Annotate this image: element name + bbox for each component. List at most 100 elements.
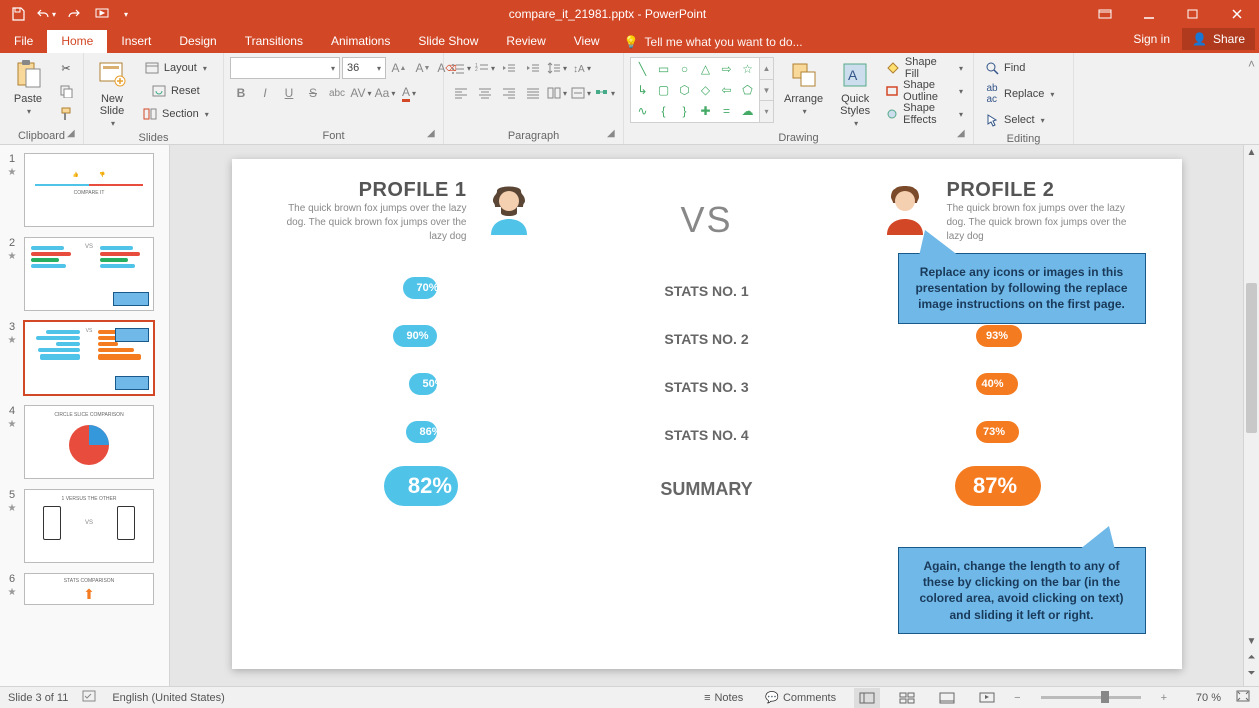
align-right-button[interactable] (498, 82, 520, 104)
stat-label-2[interactable]: STATS NO. 2 (664, 315, 748, 363)
slide-thumbnails[interactable]: 1★ 👍👎COMPARE IT 2★ VS 3★ VS 4★ CIRCLE SL… (0, 145, 170, 686)
slide-thumb-4[interactable]: CIRCLE SLICE COMPARISON (24, 405, 154, 479)
line-spacing-button[interactable]: ▾ (546, 57, 568, 79)
select-button[interactable]: Select▾ (980, 109, 1049, 131)
scroll-down-icon[interactable]: ▼ (1247, 636, 1257, 652)
language-indicator[interactable]: English (United States) (112, 692, 225, 704)
font-color-button[interactable]: A▾ (398, 82, 420, 104)
shape-cloud-icon[interactable]: ☁ (738, 101, 757, 120)
bullets-button[interactable]: ▾ (450, 57, 472, 79)
replace-button[interactable]: abacReplace▾ (980, 83, 1058, 105)
spellcheck-icon[interactable] (82, 689, 98, 706)
scroll-thumb[interactable] (1246, 283, 1257, 433)
align-center-button[interactable] (474, 82, 496, 104)
stat4-right-bar[interactable]: 73% (976, 421, 1019, 443)
tab-insert[interactable]: Insert (107, 30, 165, 53)
font-name-input[interactable]: ▾ (230, 57, 340, 79)
drawing-launcher-icon[interactable]: ◢ (957, 128, 971, 142)
vs-label[interactable]: VS (680, 199, 732, 241)
paste-button[interactable]: Paste▾ (6, 57, 50, 118)
shape-outline-button[interactable]: Shape Outline▾ (881, 80, 967, 102)
profile2-avatar-icon[interactable] (877, 179, 933, 235)
tell-me[interactable]: 💡 Tell me what you want to do... (614, 35, 813, 53)
font-launcher-icon[interactable]: ◢ (427, 128, 441, 142)
arrange-button[interactable]: Arrange▾ (778, 57, 829, 118)
shape-effects-button[interactable]: Shape Effects▾ (881, 103, 967, 125)
tab-file[interactable]: File (0, 30, 47, 53)
columns-button[interactable]: ▾ (546, 82, 568, 104)
save-icon[interactable] (6, 2, 30, 26)
tab-home[interactable]: Home (47, 30, 107, 53)
shape-brace2-icon[interactable]: } (675, 101, 694, 120)
stat3-right-bar[interactable]: 40% (976, 373, 1017, 395)
change-case-button[interactable]: Aa▾ (374, 82, 396, 104)
sorter-view-icon[interactable] (894, 688, 920, 708)
increase-indent-button[interactable] (522, 57, 544, 79)
font-size-input[interactable]: 36▾ (342, 57, 386, 79)
shape-fill-button[interactable]: Shape Fill▾ (881, 57, 967, 79)
tab-design[interactable]: Design (165, 30, 230, 53)
zoom-slider[interactable] (1041, 696, 1141, 699)
zoom-thumb[interactable] (1101, 691, 1109, 703)
reset-button[interactable]: Reset (138, 80, 213, 102)
bold-button[interactable]: B (230, 82, 252, 104)
qat-customize-icon[interactable]: ▾ (118, 2, 132, 26)
fit-to-window-icon[interactable] (1235, 689, 1251, 706)
text-direction-button[interactable]: ↕A▾ (570, 57, 592, 79)
align-left-button[interactable] (450, 82, 472, 104)
vertical-scrollbar[interactable]: ▲ ▼ ⏶ ⏷ (1243, 145, 1259, 686)
next-slide-icon[interactable]: ⏷ (1248, 668, 1256, 684)
shape-rect-icon[interactable]: ▭ (654, 60, 673, 79)
slide-canvas[interactable]: PROFILE 1 The quick brown fox jumps over… (232, 159, 1182, 669)
shape-hex-icon[interactable]: ⬡ (675, 81, 694, 100)
summary-label[interactable]: SUMMARY (660, 459, 752, 519)
shape-roundrect-icon[interactable]: ▢ (654, 81, 673, 100)
new-slide-button[interactable]: New Slide▾ (90, 57, 134, 130)
stat-label-4[interactable]: STATS NO. 4 (664, 411, 748, 459)
tab-animations[interactable]: Animations (317, 30, 404, 53)
find-button[interactable]: Find (980, 57, 1029, 79)
tab-review[interactable]: Review (492, 30, 559, 53)
start-from-beginning-icon[interactable] (90, 2, 114, 26)
zoom-in-icon[interactable]: + (1161, 692, 1167, 704)
shape-triangle-icon[interactable]: △ (696, 60, 715, 79)
redo-icon[interactable] (62, 2, 86, 26)
stat-label-3[interactable]: STATS NO. 3 (664, 363, 748, 411)
zoom-out-icon[interactable]: − (1014, 692, 1020, 704)
shapes-down-icon[interactable]: ▼ (760, 80, 773, 102)
shape-arrow-icon[interactable]: ⇨ (717, 60, 736, 79)
slide-thumb-6[interactable]: STATS COMPARISON⬆ (24, 573, 154, 605)
summary-left-bar[interactable]: 82% (384, 466, 458, 506)
share-button[interactable]: 👤 Share (1182, 28, 1255, 50)
undo-icon[interactable]: ▾ (34, 2, 58, 26)
slide-thumb-1[interactable]: 👍👎COMPARE IT (24, 153, 154, 227)
callout-replace-images[interactable]: Replace any icons or images in this pres… (898, 253, 1146, 324)
increase-font-icon[interactable]: A▲ (388, 57, 410, 79)
shape-curve-icon[interactable]: ∿ (633, 101, 652, 120)
justify-button[interactable] (522, 82, 544, 104)
stat4-left-bar[interactable]: 86% (406, 421, 437, 443)
normal-view-icon[interactable] (854, 688, 880, 708)
clipboard-launcher-icon[interactable]: ◢ (67, 128, 81, 142)
tab-slideshow[interactable]: Slide Show (404, 30, 492, 53)
shapes-up-icon[interactable]: ▲ (760, 58, 773, 80)
format-painter-button[interactable] (54, 103, 78, 125)
profile1-avatar-icon[interactable] (481, 179, 537, 235)
reading-view-icon[interactable] (934, 688, 960, 708)
shape-star-icon[interactable]: ☆ (738, 60, 757, 79)
slide-thumb-3[interactable]: VS (24, 321, 154, 395)
italic-button[interactable]: I (254, 82, 276, 104)
stat2-left-bar[interactable]: 90% (393, 325, 437, 347)
layout-button[interactable]: Layout▾ (138, 57, 213, 79)
cut-button[interactable]: ✂ (54, 57, 78, 79)
stat1-left-bar[interactable]: 70% (403, 277, 437, 299)
shape-brace-icon[interactable]: { (654, 101, 673, 120)
collapse-ribbon-icon[interactable]: ˄ (1248, 57, 1255, 71)
profile2-subtitle[interactable]: The quick brown fox jumps over the lazy … (947, 202, 1127, 244)
shape-connector-icon[interactable]: ↳ (633, 81, 652, 100)
callout-resize-bars[interactable]: Again, change the length to any of these… (898, 547, 1146, 634)
zoom-level[interactable]: 70 % (1181, 692, 1221, 704)
stat-label-1[interactable]: STATS NO. 1 (664, 267, 748, 315)
scroll-up-icon[interactable]: ▲ (1247, 147, 1257, 163)
decrease-font-icon[interactable]: A▼ (412, 57, 434, 79)
